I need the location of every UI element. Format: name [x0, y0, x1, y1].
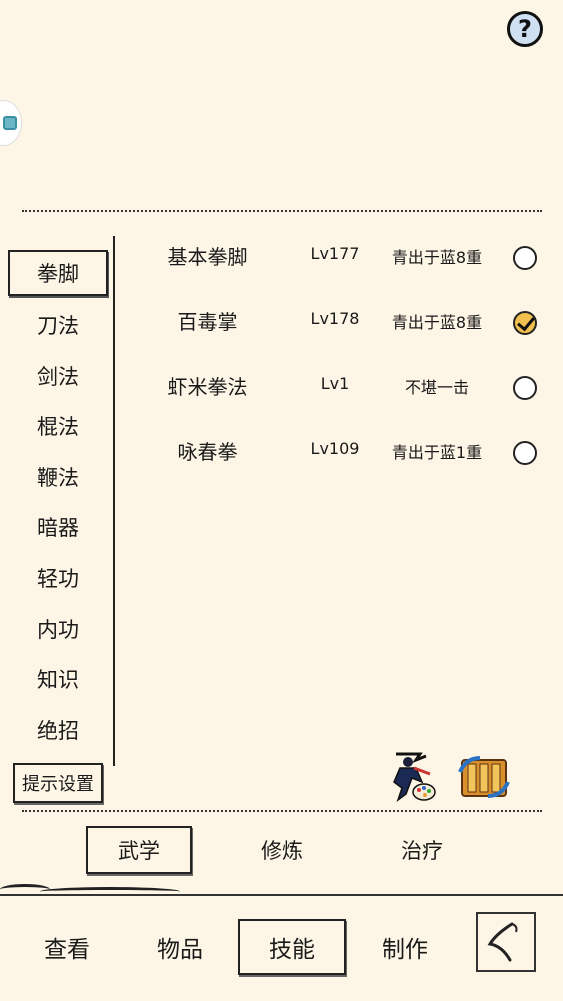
question-mark-icon: ?	[518, 15, 532, 43]
skill-scroll-icon[interactable]	[456, 752, 512, 802]
skill-select-radio[interactable]	[513, 376, 537, 400]
hint-settings-label: 提示设置	[22, 774, 94, 795]
bottom-nav-line	[0, 894, 563, 896]
subtab-divider	[22, 810, 542, 812]
skill-level: Lv177	[310, 244, 360, 263]
nav-tab-label: 物品	[157, 937, 203, 963]
skill-name: 咏春拳	[177, 440, 238, 464]
category-gunfa[interactable]: 棍法	[8, 403, 108, 449]
skill-name: 百毒掌	[177, 310, 238, 334]
category-label: 内功	[37, 618, 79, 642]
category-label: 刀法	[37, 314, 79, 338]
subtab-zhiliao[interactable]: 治疗	[369, 826, 475, 874]
swordsman-palette-icon[interactable]	[386, 748, 442, 804]
subtab-label: 修炼	[261, 839, 303, 863]
skill-row[interactable]: 百毒掌 Lv178 青出于蓝8重	[120, 296, 550, 346]
subtab-xiulian[interactable]: 修炼	[229, 826, 335, 874]
category-label: 棍法	[37, 415, 79, 439]
nav-tab-jineng[interactable]: 技能	[238, 919, 346, 975]
skill-level: Lv178	[310, 309, 360, 328]
category-qinggong[interactable]: 轻功	[8, 555, 108, 601]
category-bianfa[interactable]: 鞭法	[8, 454, 108, 500]
category-quanjiao[interactable]: 拳脚	[8, 250, 108, 296]
skill-row[interactable]: 咏春拳 Lv109 青出于蓝1重	[120, 426, 550, 476]
skill-level: Lv1	[320, 374, 350, 393]
category-label: 鞭法	[37, 466, 79, 490]
skill-row[interactable]: 基本拳脚 Lv177 青出于蓝8重	[120, 231, 550, 281]
category-label: 剑法	[37, 365, 79, 389]
category-label: 轻功	[37, 567, 79, 591]
skill-row[interactable]: 虾米拳法 Lv1 不堪一击	[120, 361, 550, 411]
category-label: 绝招	[37, 719, 79, 743]
subtab-wuxue[interactable]: 武学	[86, 826, 192, 874]
skill-tier: 青出于蓝8重	[391, 248, 483, 267]
category-daofa[interactable]: 刀法	[8, 302, 108, 348]
subtab-label: 治疗	[401, 839, 443, 863]
subtab-label: 武学	[118, 839, 160, 863]
skill-select-radio[interactable]	[513, 441, 537, 465]
nav-tab-label: 制作	[382, 937, 428, 963]
category-juezhao[interactable]: 绝招	[8, 707, 108, 753]
nav-tab-chakan[interactable]: 查看	[13, 919, 121, 975]
skill-tier: 青出于蓝1重	[391, 443, 483, 462]
hint-settings-button[interactable]: 提示设置	[13, 763, 103, 803]
category-anqi[interactable]: 暗器	[8, 504, 108, 550]
skill-select-radio[interactable]	[513, 246, 537, 270]
skill-tier: 青出于蓝8重	[391, 313, 483, 332]
top-divider	[22, 210, 542, 212]
skill-name: 虾米拳法	[167, 375, 248, 399]
nav-tab-label: 查看	[44, 937, 90, 963]
category-label: 拳脚	[37, 262, 79, 286]
skill-tier: 不堪一击	[404, 378, 469, 397]
back-arrow-icon	[487, 922, 518, 962]
category-neigong[interactable]: 内功	[8, 606, 108, 652]
assistant-dot-icon	[3, 116, 17, 130]
floating-assistant-icon[interactable]	[0, 100, 22, 146]
list-separator	[113, 236, 115, 766]
category-label: 暗器	[37, 516, 79, 540]
nav-tab-zhizuo[interactable]: 制作	[351, 919, 459, 975]
skill-level: Lv109	[310, 439, 360, 458]
skill-name: 基本拳脚	[167, 245, 248, 269]
skill-select-radio-checked[interactable]	[513, 311, 537, 335]
back-button[interactable]	[476, 912, 536, 972]
nav-tab-wupin[interactable]: 物品	[126, 919, 234, 975]
category-zhishi[interactable]: 知识	[8, 656, 108, 702]
nav-tab-label: 技能	[269, 937, 315, 963]
help-button[interactable]: ?	[507, 11, 543, 47]
category-jianfa[interactable]: 剑法	[8, 353, 108, 399]
category-label: 知识	[37, 668, 79, 692]
